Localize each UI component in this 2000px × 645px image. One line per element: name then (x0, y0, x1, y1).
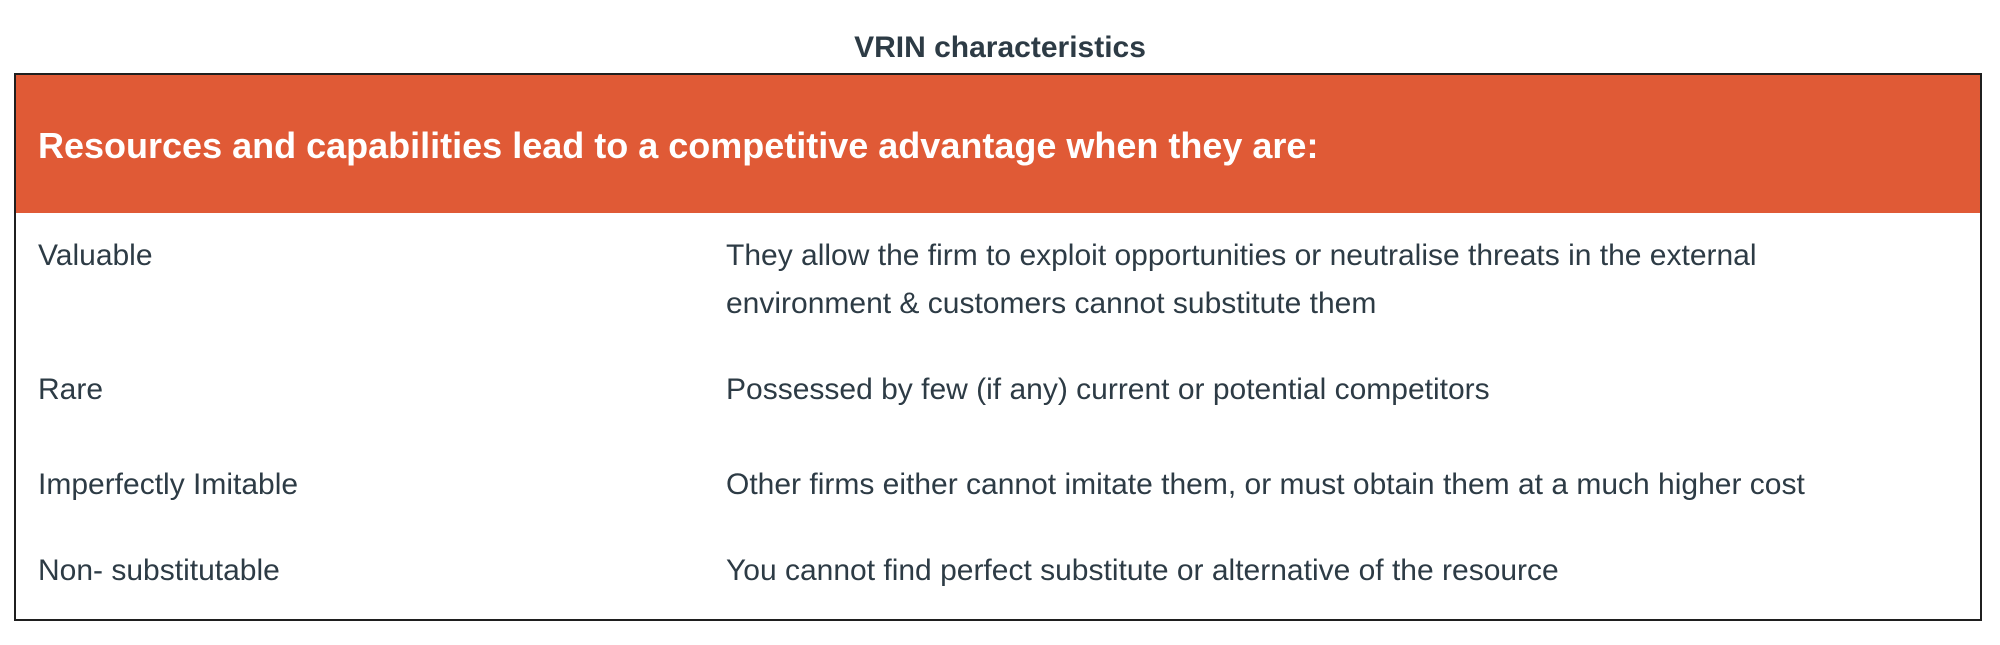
definition-cell: They allow the firm to exploit opportuni… (726, 239, 1757, 320)
term-cell: Valuable (38, 239, 153, 272)
table-header-text: Resources and capabilities lead to a com… (38, 125, 1319, 166)
term-cell: Rare (38, 373, 104, 406)
table-caption: VRIN characteristics (854, 31, 1146, 64)
definition-cell: Other firms either cannot imitate them, … (726, 468, 1805, 501)
term-cell: Imperfectly Imitable (38, 468, 299, 501)
definition-cell: Possessed by few (if any) current or pot… (726, 373, 1490, 406)
definition-cell: You cannot find perfect substitute or al… (726, 554, 1559, 587)
term-cell: Non- substitutable (38, 554, 280, 587)
table-header: Resources and capabilities lead to a com… (16, 75, 1980, 213)
vrin-table: Resources and capabilities lead to a com… (14, 73, 1982, 621)
